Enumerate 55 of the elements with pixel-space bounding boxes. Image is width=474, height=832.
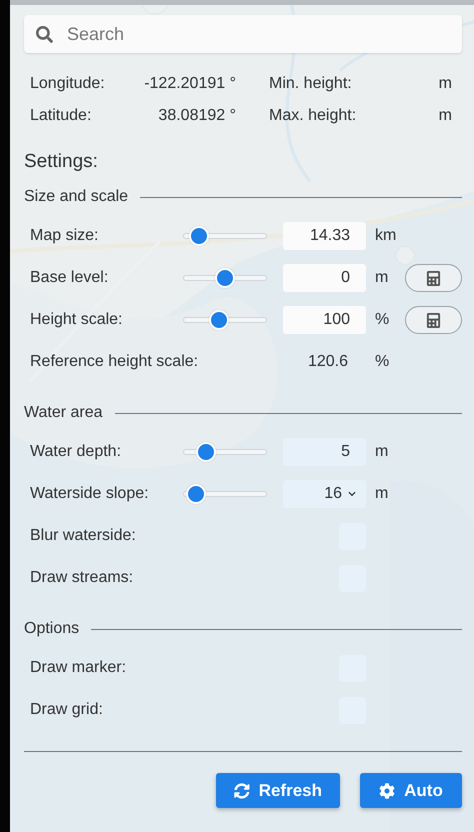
field-label: Reference height scale: (30, 353, 198, 371)
coordinate-label: Longitude: (30, 75, 106, 93)
field-label: Height scale: (30, 311, 122, 329)
field-label: Water depth: (30, 443, 122, 461)
unit-label: km (375, 227, 398, 245)
calculator-button[interactable] (405, 306, 462, 334)
height-label: Min. height: (269, 75, 353, 93)
slider[interactable] (183, 310, 267, 330)
slider-thumb[interactable] (215, 268, 235, 288)
number-field[interactable]: 0 (283, 264, 366, 292)
coordinate-value: -122.20191 ° (143, 75, 236, 93)
height-label: Max. height: (269, 107, 358, 125)
number-field[interactable]: 100 (283, 306, 366, 334)
chevron-down-icon (348, 490, 356, 498)
value-text: 120.6 (306, 353, 349, 371)
calculator-icon (426, 270, 441, 286)
unit-label: % (375, 353, 390, 371)
unit-label: m (375, 485, 390, 503)
refresh-icon (234, 782, 250, 798)
number-dropdown[interactable]: 16 (283, 480, 366, 508)
unit-label: m (438, 75, 452, 93)
slider-thumb[interactable] (196, 442, 216, 462)
field-label: Waterside slope: (30, 485, 149, 503)
slider[interactable] (183, 226, 267, 246)
field-label: Draw grid: (30, 701, 103, 719)
field-label: Map size: (30, 227, 98, 245)
calculator-icon (426, 312, 441, 328)
slider[interactable] (183, 268, 267, 288)
number-field[interactable]: 14.33 (283, 222, 366, 250)
section-title: Water area (24, 404, 103, 422)
section-title: Options (24, 620, 80, 638)
section-title: Size and scale (24, 188, 128, 206)
unit-label: m (375, 269, 390, 287)
number-field[interactable]: 5 (283, 438, 366, 466)
slider-thumb[interactable] (189, 226, 210, 246)
slider[interactable] (183, 484, 267, 504)
field-label: Blur waterside: (30, 527, 136, 545)
unit-label: m (438, 107, 452, 125)
slider[interactable] (183, 442, 267, 462)
slider-thumb[interactable] (208, 310, 229, 330)
unit-label: % (375, 311, 390, 329)
search-icon (36, 26, 53, 43)
refresh-button[interactable]: Refresh (216, 773, 340, 808)
unit-label: m (375, 443, 390, 461)
settings-title: Settings: (24, 151, 99, 173)
coordinate-value: 38.08192 ° (157, 107, 236, 125)
field-label: Draw marker: (30, 659, 126, 677)
auto-button[interactable]: Auto (360, 773, 462, 808)
calculator-button[interactable] (405, 264, 462, 292)
field-label: Draw streams: (30, 569, 134, 587)
settings-icon (379, 782, 396, 798)
coordinate-label: Latitude: (30, 107, 92, 125)
field-label: Base level: (30, 269, 108, 287)
slider-thumb[interactable] (186, 484, 206, 504)
search-field[interactable]: Search (24, 15, 462, 53)
